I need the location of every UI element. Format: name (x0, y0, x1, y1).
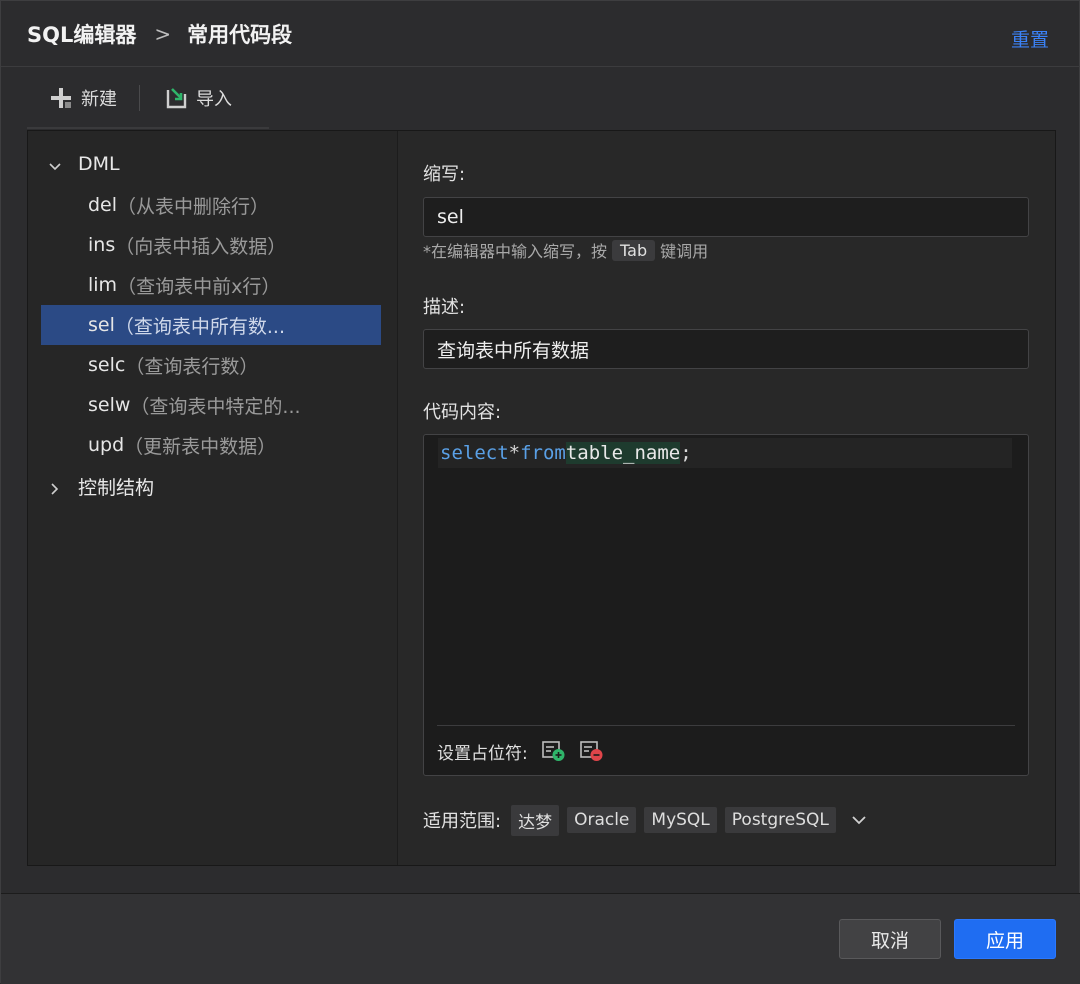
desc-input[interactable] (423, 329, 1029, 369)
scope-label: 适用范围: (423, 811, 502, 832)
hint-suffix: 键调用 (660, 242, 709, 261)
snippet-form: 缩写: *在编辑器中输入缩写，按 Tab 键调用 描述: 代码内容: selec… (399, 131, 1055, 865)
placeholder-label: 设置占位符: (437, 743, 528, 764)
cancel-button[interactable]: 取消 (839, 919, 941, 959)
code-keyword: from (520, 442, 566, 464)
tree-group-control[interactable]: 控制结构 (48, 467, 154, 505)
snippet-tree: DML del （从表中删除行） ins （向表中插入数据） lim （查询表中前x行… (28, 131, 398, 865)
code-keyword: select (440, 442, 509, 464)
item-desc: （向表中插入数据） (115, 235, 287, 258)
chevron-down-icon[interactable] (850, 811, 868, 829)
item-desc: （查询表中前x行） (117, 275, 281, 298)
item-abbr: lim (88, 274, 118, 296)
toolbar: 新建 导入 (49, 81, 232, 115)
scope-row: 适用范围: 达梦 Oracle MySQL PostgreSQL (423, 804, 868, 836)
dialog-footer: 取消 应用 (1, 894, 1080, 984)
page-title: 常用代码段 (187, 22, 293, 47)
new-label: 新建 (81, 89, 117, 110)
tree-item-selw[interactable]: selw （查询表中特定的... (41, 385, 381, 425)
tree-item-selc[interactable]: selc （查询表行数） (41, 345, 381, 385)
code-operator: * (508, 442, 521, 464)
item-abbr: del (88, 194, 118, 216)
plus-icon (49, 86, 73, 110)
code-label: 代码内容: (423, 402, 502, 423)
item-abbr: ins (88, 234, 116, 256)
tree-group-label: DML (78, 153, 120, 175)
scope-tag-dameng[interactable]: 达梦 (511, 804, 560, 836)
item-desc: （查询表中所有数... (114, 315, 285, 338)
item-abbr: selc (88, 354, 126, 376)
tab-key-badge: Tab (612, 239, 656, 261)
item-desc: （从表中删除行） (117, 195, 270, 218)
desc-label: 描述: (423, 297, 466, 318)
code-divider (437, 725, 1015, 726)
remove-placeholder-icon[interactable] (579, 740, 604, 762)
item-abbr: selw (88, 394, 131, 416)
abbr-hint: *在编辑器中输入缩写，按 Tab 键调用 (423, 238, 708, 262)
code-semicolon: ; (680, 442, 692, 464)
tree-item-lim[interactable]: lim （查询表中前x行） (41, 265, 381, 305)
code-line[interactable]: select * from table_name; (438, 438, 1012, 468)
breadcrumb-separator: > (154, 21, 172, 46)
dialog-header: SQL编辑器 > 常用代码段 重置 (1, 1, 1080, 67)
import-icon (164, 86, 188, 110)
chevron-down-icon[interactable] (48, 157, 62, 171)
breadcrumb-root[interactable]: SQL编辑器 (27, 19, 136, 49)
new-button[interactable]: 新建 (49, 85, 117, 111)
hint-prefix: *在编辑器中输入缩写，按 (423, 242, 608, 261)
apply-button[interactable]: 应用 (954, 919, 1056, 959)
tree-item-ins[interactable]: ins （向表中插入数据） (41, 225, 381, 265)
tree-item-del[interactable]: del （从表中删除行） (41, 185, 381, 225)
item-desc: （查询表行数） (125, 355, 259, 378)
snippet-dialog: SQL编辑器 > 常用代码段 重置 新建 导入 DML del （从表中删除行）… (0, 0, 1080, 984)
toolbar-underline (27, 127, 269, 129)
tree-group-dml[interactable]: DML (48, 145, 120, 183)
chevron-right-icon[interactable] (48, 479, 62, 495)
item-desc: （更新表中数据） (124, 435, 277, 458)
abbr-input[interactable] (423, 197, 1029, 237)
import-label: 导入 (196, 89, 232, 110)
body-panel: DML del （从表中删除行） ins （向表中插入数据） lim （查询表中前x行… (27, 130, 1056, 866)
tree-group-label: 控制结构 (78, 476, 155, 499)
placeholder-bar: 设置占位符: (437, 737, 604, 765)
abbr-label: 缩写: (423, 164, 466, 185)
add-placeholder-icon[interactable] (541, 740, 566, 762)
tree-item-sel[interactable]: sel （查询表中所有数... (41, 305, 381, 345)
item-abbr: sel (88, 314, 115, 336)
reset-link[interactable]: 重置 (1011, 25, 1049, 52)
scope-tag-postgresql[interactable]: PostgreSQL (724, 807, 836, 833)
scope-tag-mysql[interactable]: MySQL (644, 807, 717, 833)
tree-item-upd[interactable]: upd （更新表中数据） (41, 425, 381, 465)
code-editor[interactable]: select * from table_name; 设置占位符: (423, 434, 1029, 776)
toolbar-divider (139, 85, 140, 111)
scope-tag-oracle[interactable]: Oracle (567, 807, 637, 833)
code-placeholder[interactable]: table_name (565, 442, 681, 464)
import-button[interactable]: 导入 (164, 85, 232, 111)
item-desc: （查询表中特定的... (130, 395, 301, 418)
item-abbr: upd (88, 434, 125, 456)
